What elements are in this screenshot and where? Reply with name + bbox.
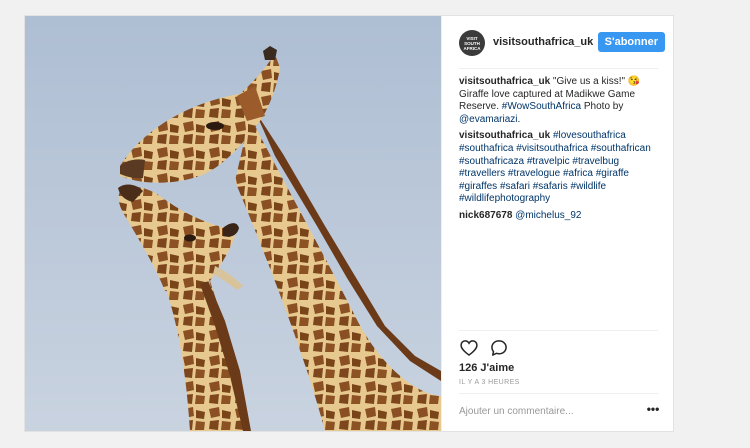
more-options-icon[interactable]: •••: [645, 402, 661, 420]
post-username[interactable]: visitsouthafrica_uk: [493, 36, 593, 48]
heart-icon[interactable]: [459, 338, 479, 358]
caption-mention[interactable]: @evamariazi: [459, 114, 518, 125]
comment-item: visitsouthafrica_uk #lovesouthafrica #so…: [459, 130, 664, 206]
caption-hashtag[interactable]: #WowSouthAfrica: [502, 101, 581, 112]
post-header: VISIT SOUTH AFRICA visitsouthafrica_uk S…: [459, 30, 665, 56]
comment-mention[interactable]: @michelus_92: [515, 210, 581, 221]
comment-divider: [459, 393, 658, 394]
post-actions: [459, 338, 515, 358]
comment-item: nick687678 @michelus_92: [459, 210, 664, 223]
comments-list: visitsouthafrica_uk "Give us a kiss!" 😘 …: [459, 76, 664, 227]
avatar[interactable]: VISIT SOUTH AFRICA: [459, 30, 485, 56]
caption-text-3: .: [517, 113, 521, 125]
actions-divider: [459, 330, 658, 331]
caption: visitsouthafrica_uk "Give us a kiss!" 😘 …: [459, 76, 664, 126]
add-comment-input[interactable]: [459, 402, 619, 420]
caption-author[interactable]: visitsouthafrica_uk: [459, 76, 550, 87]
comment-icon[interactable]: [489, 338, 509, 358]
post-timestamp: IL Y A 3 HEURES: [459, 379, 520, 386]
follow-button[interactable]: S'abonner: [597, 32, 665, 52]
comment-author[interactable]: visitsouthafrica_uk: [459, 130, 550, 141]
giraffes-image: [25, 16, 441, 431]
post-sidebar: VISIT SOUTH AFRICA visitsouthafrica_uk S…: [441, 16, 674, 431]
comment-author[interactable]: nick687678: [459, 210, 512, 221]
header-divider: [459, 68, 658, 69]
post-photo[interactable]: [25, 16, 441, 431]
post-card: VISIT SOUTH AFRICA visitsouthafrica_uk S…: [24, 15, 674, 432]
comment-hashtags[interactable]: #lovesouthafrica #southafrica #visitsout…: [459, 130, 651, 204]
likes-count[interactable]: 126 J'aime: [459, 362, 514, 374]
caption-text-2: Photo by: [581, 101, 624, 113]
